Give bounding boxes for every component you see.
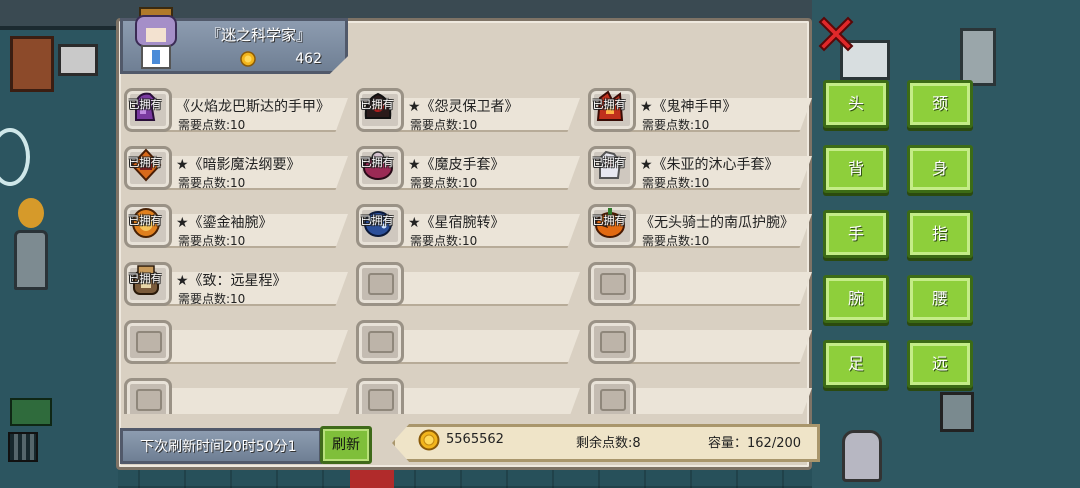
capacity: 容量：162/200	[708, 436, 802, 451]
coin-icon	[240, 51, 256, 67]
owned-label: 已拥有	[128, 272, 162, 285]
vase-prop	[14, 230, 48, 290]
empty-slot[interactable]	[122, 316, 350, 366]
owned-label: 已拥有	[360, 156, 394, 169]
item-frame	[588, 262, 636, 306]
item-cost: 需要点数:10	[642, 176, 710, 190]
item-name: ★《致：远星程》	[176, 273, 287, 289]
item-name: ★《暗影魔法纲要》	[176, 157, 301, 173]
item-slot[interactable]: 已拥有 ★《魔皮手套》 需要点数:10	[354, 142, 582, 192]
item-frame	[356, 378, 404, 414]
category-neck-button[interactable]: 颈	[907, 80, 973, 128]
category-ranged-button[interactable]: 远	[907, 340, 973, 388]
item-frame	[356, 262, 404, 306]
empty-slot[interactable]	[586, 316, 812, 366]
item-slot[interactable]: 已拥有 ★《怨灵保卫者》 需要点数:10	[354, 84, 582, 134]
item-frame	[124, 378, 172, 414]
category-waist-button[interactable]: 腰	[907, 275, 973, 323]
category-body-button[interactable]: 身	[907, 145, 973, 193]
item-name: ★《怨灵保卫者》	[408, 99, 519, 115]
item-cost: 需要点数:10	[178, 234, 246, 248]
category-foot-button[interactable]: 足	[823, 340, 889, 388]
empty-slot[interactable]	[354, 258, 582, 308]
owned-label: 已拥有	[360, 98, 394, 111]
item-slot[interactable]: 已拥有 《无头骑士的南瓜护腕》 需要点数:10	[586, 200, 812, 250]
item-cost: 需要点数:10	[410, 118, 478, 132]
gold-coin-icon	[418, 429, 440, 451]
item-slot[interactable]: 已拥有 ★《鎏金袖腕》 需要点数:10	[122, 200, 350, 250]
scientist-avatar	[135, 7, 177, 69]
owned-label: 已拥有	[592, 98, 626, 111]
owned-label: 已拥有	[128, 156, 162, 169]
item-name: ★《鬼神手甲》	[640, 99, 737, 115]
owned-label: 已拥有	[592, 214, 626, 227]
item-cost: 需要点数:10	[178, 292, 246, 306]
circuit-board-prop	[10, 398, 52, 426]
empty-slot[interactable]	[586, 258, 812, 308]
owned-label: 已拥有	[128, 98, 162, 111]
category-wrist-button[interactable]: 腕	[823, 275, 889, 323]
item-name: 《火焰龙巴斯达的手甲》	[176, 99, 330, 115]
item-cost: 需要点数:10	[642, 234, 710, 248]
owner-gold: 462	[295, 51, 322, 67]
refresh-button[interactable]: 刷新	[320, 426, 372, 464]
floor-vent-prop	[8, 432, 38, 462]
owner-name: 『迷之科学家』	[206, 26, 312, 44]
item-slot[interactable]: 已拥有 ★《朱亚的沐心手套》 需要点数:10	[586, 142, 812, 192]
npc-character[interactable]	[842, 430, 882, 482]
empty-slot[interactable]	[354, 316, 582, 366]
red-prop	[350, 468, 394, 488]
item-name: ★《朱亚的沐心手套》	[640, 157, 779, 173]
item-frame	[588, 378, 636, 414]
gold-amount: 5565562	[446, 432, 504, 447]
item-slot[interactable]: 已拥有 ★《致：远星程》 需要点数:10	[122, 258, 350, 308]
remaining-points: 剩余点数:8	[576, 436, 641, 451]
item-frame	[124, 320, 172, 364]
item-slot[interactable]: 已拥有 《火焰龙巴斯达的手甲》 需要点数:10	[122, 84, 350, 134]
item-cost: 需要点数:10	[178, 176, 246, 190]
owned-label: 已拥有	[128, 214, 162, 227]
item-name: ★《鎏金袖腕》	[176, 215, 273, 231]
item-grid: 已拥有 《火焰龙巴斯达的手甲》 需要点数:10 已拥有 ★《怨灵保卫者》 需要点…	[122, 84, 812, 414]
empty-slot[interactable]	[354, 374, 582, 414]
item-cost: 需要点数:10	[178, 118, 246, 132]
refresh-timer: 下次刷新时间20时50分1	[140, 439, 297, 455]
owned-label: 已拥有	[360, 214, 394, 227]
item-frame	[588, 320, 636, 364]
desk-prop	[10, 36, 54, 92]
item-slot[interactable]: 已拥有 ★《暗影魔法纲要》 需要点数:10	[122, 142, 350, 192]
category-back-button[interactable]: 背	[823, 145, 889, 193]
empty-slot[interactable]	[122, 374, 350, 414]
item-slot[interactable]: 已拥有 ★《鬼神手甲》 需要点数:10	[586, 84, 812, 134]
owned-label: 已拥有	[592, 156, 626, 169]
item-name: 《无头骑士的南瓜护腕》	[640, 215, 794, 231]
item-cost: 需要点数:10	[642, 118, 710, 132]
empty-slot[interactable]	[586, 374, 812, 414]
category-hand-button[interactable]: 手	[823, 210, 889, 258]
close-icon[interactable]	[818, 16, 854, 52]
terminal-prop	[940, 392, 974, 432]
category-finger-button[interactable]: 指	[907, 210, 973, 258]
item-frame	[356, 320, 404, 364]
item-name: ★《魔皮手套》	[408, 157, 505, 173]
machine-prop	[960, 28, 996, 86]
category-head-button[interactable]: 头	[823, 80, 889, 128]
item-name: ★《星宿腕转》	[408, 215, 505, 231]
flower-prop	[18, 198, 44, 228]
computer-prop	[58, 44, 98, 76]
item-slot[interactable]: 已拥有 ★《星宿腕转》 需要点数:10	[354, 200, 582, 250]
item-cost: 需要点数:10	[410, 234, 478, 248]
item-cost: 需要点数:10	[410, 176, 478, 190]
